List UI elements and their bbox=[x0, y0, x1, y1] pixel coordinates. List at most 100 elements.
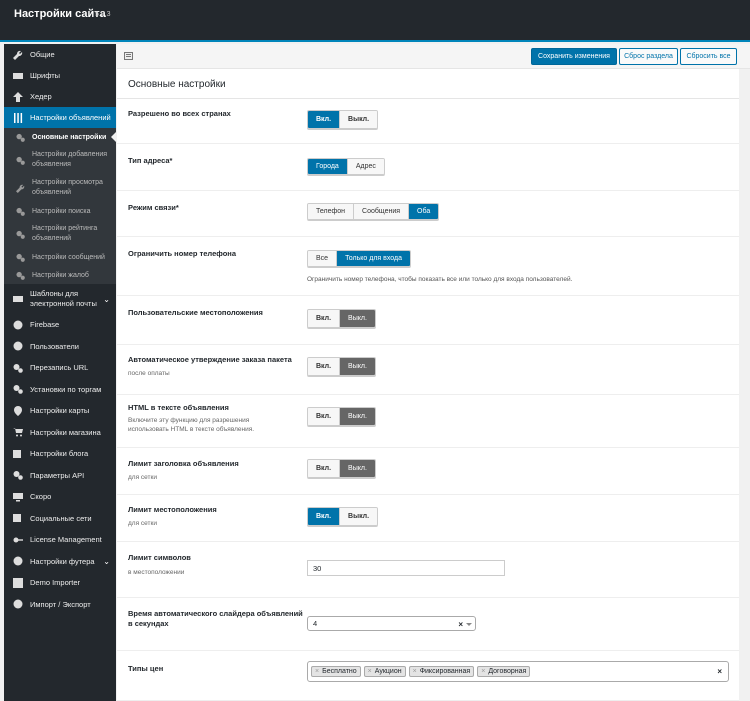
setting-label: Автоматическое утверждение заказа пакета bbox=[128, 355, 292, 364]
reset-section-button[interactable]: Сброс раздела bbox=[619, 48, 678, 65]
on-off-switch: Вкл. Выкл. bbox=[307, 357, 376, 376]
setting-label: в секундах bbox=[128, 619, 169, 628]
expand-toggle-icon[interactable] bbox=[124, 52, 133, 60]
sidebar-item-social[interactable]: Социальные сети bbox=[4, 508, 116, 530]
circle-icon bbox=[12, 556, 24, 566]
sidebar-item-ad-settings[interactable]: Настройки объявлений bbox=[4, 107, 116, 128]
sidebar-item-shop-settings[interactable]: Настройки магазина bbox=[4, 422, 116, 444]
desktop-icon bbox=[12, 492, 24, 502]
cogs-icon bbox=[14, 229, 26, 239]
cogs-icon bbox=[14, 155, 26, 165]
tag-free: × Бесплатно bbox=[311, 666, 361, 677]
submenu-item-add-ad-settings[interactable]: Настройки добавления объявления bbox=[4, 146, 116, 174]
option-off[interactable]: Выкл. bbox=[340, 508, 378, 525]
sidebar-item-firebase[interactable]: Firebase bbox=[4, 314, 116, 336]
option-off[interactable]: Выкл. bbox=[340, 111, 378, 128]
option-on[interactable]: Вкл. bbox=[308, 310, 341, 327]
main-panel: Сохранить изменения Сброс раздела Сброси… bbox=[117, 44, 750, 701]
sidebar-submenu: Основные настройки Настройки добавления о… bbox=[4, 128, 116, 284]
cogs-icon bbox=[14, 270, 26, 280]
arrow-up-icon bbox=[12, 91, 24, 102]
sidebar-item-label: Настройки объявлений bbox=[30, 113, 111, 122]
char-limit-input[interactable]: 30 bbox=[307, 560, 505, 576]
setting-label: Время автоматического слайдера объявлени… bbox=[128, 609, 303, 618]
sidebar-item-api-settings[interactable]: Параметры API bbox=[4, 465, 116, 487]
submenu-item-rating-settings[interactable]: Настройки рейтинга объявлений bbox=[4, 220, 116, 248]
sidebar-item-url-rewrite[interactable]: Перезапись URL bbox=[4, 357, 116, 379]
phone-limit-switch: Все Только для входа bbox=[307, 250, 412, 267]
cogs-icon bbox=[12, 470, 24, 481]
page-title: Настройки сайта bbox=[14, 8, 106, 20]
on-off-switch: Вкл. Выкл. bbox=[307, 407, 376, 426]
option-all[interactable]: Все bbox=[308, 251, 338, 266]
sidebar-item-header[interactable]: Хедер bbox=[4, 86, 116, 107]
option-address[interactable]: Адрес bbox=[347, 159, 384, 174]
sidebar-item-footer-settings[interactable]: Настройки футера ⌄ bbox=[4, 551, 116, 573]
option-off[interactable]: Выкл. bbox=[340, 310, 375, 327]
sidebar-item-general[interactable]: Общие bbox=[4, 44, 116, 65]
setting-row: Пользовательские местоположения Вкл. Вык… bbox=[117, 296, 739, 345]
cogs-icon bbox=[14, 206, 26, 216]
setting-label: Разрешено во всех странах bbox=[128, 109, 231, 118]
setting-row: Автоматическое утверждение заказа пакета… bbox=[117, 345, 739, 395]
sidebar-item-users[interactable]: Пользователи bbox=[4, 336, 116, 358]
clear-icon[interactable]: × bbox=[458, 620, 463, 629]
submenu-item-view-ad-settings[interactable]: Настройки просмотра объявлений bbox=[4, 174, 116, 202]
remove-tag-icon[interactable]: × bbox=[368, 668, 372, 675]
main-toolbar: Сохранить изменения Сброс раздела Сброси… bbox=[117, 44, 750, 69]
option-both[interactable]: Оба bbox=[409, 204, 439, 219]
address-type-switch: Города Адрес bbox=[307, 158, 385, 175]
price-types-multiselect[interactable]: × Бесплатно × Аукцион × Фиксированная × Дого… bbox=[307, 661, 729, 682]
remove-tag-icon[interactable]: × bbox=[315, 668, 319, 675]
chevron-down-icon: ⌄ bbox=[103, 294, 110, 304]
option-on[interactable]: Вкл. bbox=[308, 111, 341, 128]
submenu-item-main-settings[interactable]: Основные настройки bbox=[4, 128, 116, 146]
save-button[interactable]: Сохранить изменения bbox=[531, 48, 617, 65]
setting-row: Разрешено во всех странах Вкл. Выкл. bbox=[117, 99, 739, 144]
submenu-item-message-settings[interactable]: Настройки сообщений bbox=[4, 248, 116, 266]
sliders-icon bbox=[12, 112, 24, 123]
sidebar-item-coming-soon[interactable]: Скоро bbox=[4, 486, 116, 508]
sidebar-item-import-export[interactable]: Импорт / Экспорт bbox=[4, 594, 116, 616]
setting-sublabel: для сетки bbox=[128, 520, 158, 527]
option-on[interactable]: Вкл. bbox=[308, 460, 341, 477]
circle-icon bbox=[12, 320, 24, 330]
option-on[interactable]: Вкл. bbox=[308, 408, 341, 425]
setting-label: Ограничить номер телефона bbox=[128, 249, 237, 258]
setting-row: Лимит местоположения для сетки Вкл. Выкл… bbox=[117, 495, 739, 542]
tag-auction: × Аукцион bbox=[363, 666, 406, 677]
select-value: 4 bbox=[313, 619, 318, 628]
sidebar-item-blog-settings[interactable]: Настройки блога bbox=[4, 443, 116, 465]
option-on[interactable]: Вкл. bbox=[308, 358, 341, 375]
option-off[interactable]: Выкл. bbox=[340, 408, 375, 425]
sidebar-item-map-settings[interactable]: Настройки карты bbox=[4, 400, 116, 422]
chevron-down-icon[interactable] bbox=[466, 623, 472, 629]
setting-label: Лимит местоположения bbox=[128, 505, 217, 514]
sidebar-item-label: Шрифты bbox=[30, 71, 61, 80]
sidebar-item-license[interactable]: License Management bbox=[4, 529, 116, 551]
sidebar-item-label: Хедер bbox=[30, 92, 52, 101]
remove-tag-icon[interactable]: × bbox=[481, 668, 485, 675]
submenu-item-complaint-settings[interactable]: Настройки жалоб bbox=[4, 266, 116, 284]
remove-tag-icon[interactable]: × bbox=[413, 668, 417, 675]
reset-all-button[interactable]: Сбросить все bbox=[680, 48, 737, 65]
option-off[interactable]: Выкл. bbox=[340, 460, 375, 477]
clear-all-icon[interactable]: × bbox=[717, 667, 722, 676]
contact-mode-switch: Телефон Сообщения Оба bbox=[307, 203, 440, 220]
option-off[interactable]: Выкл. bbox=[340, 358, 375, 375]
sidebar-item-auction-settings[interactable]: Установки по торгам bbox=[4, 379, 116, 401]
option-cities[interactable]: Города bbox=[308, 159, 348, 174]
option-login-only[interactable]: Только для входа bbox=[337, 251, 411, 266]
top-bar: Настройки сайта 5.0.3 bbox=[0, 0, 750, 42]
sidebar-item-demo-importer[interactable]: Demo Importer bbox=[4, 572, 116, 594]
sidebar-item-fonts[interactable]: Шрифты bbox=[4, 65, 116, 86]
option-on[interactable]: Вкл. bbox=[308, 508, 341, 525]
wrench-icon bbox=[14, 183, 26, 193]
sidebar: Общие Шрифты Хедер Настройки объявлений … bbox=[4, 44, 116, 701]
option-messages[interactable]: Сообщения bbox=[354, 204, 410, 219]
option-phone[interactable]: Телефон bbox=[308, 204, 355, 219]
on-off-switch: Вкл. Выкл. bbox=[307, 459, 376, 478]
slider-time-select[interactable]: 4 × bbox=[307, 616, 476, 631]
submenu-item-search-settings[interactable]: Настройки поиска bbox=[4, 202, 116, 220]
sidebar-item-email-templates[interactable]: Шаблоны для электронной почты ⌄ bbox=[4, 284, 116, 314]
